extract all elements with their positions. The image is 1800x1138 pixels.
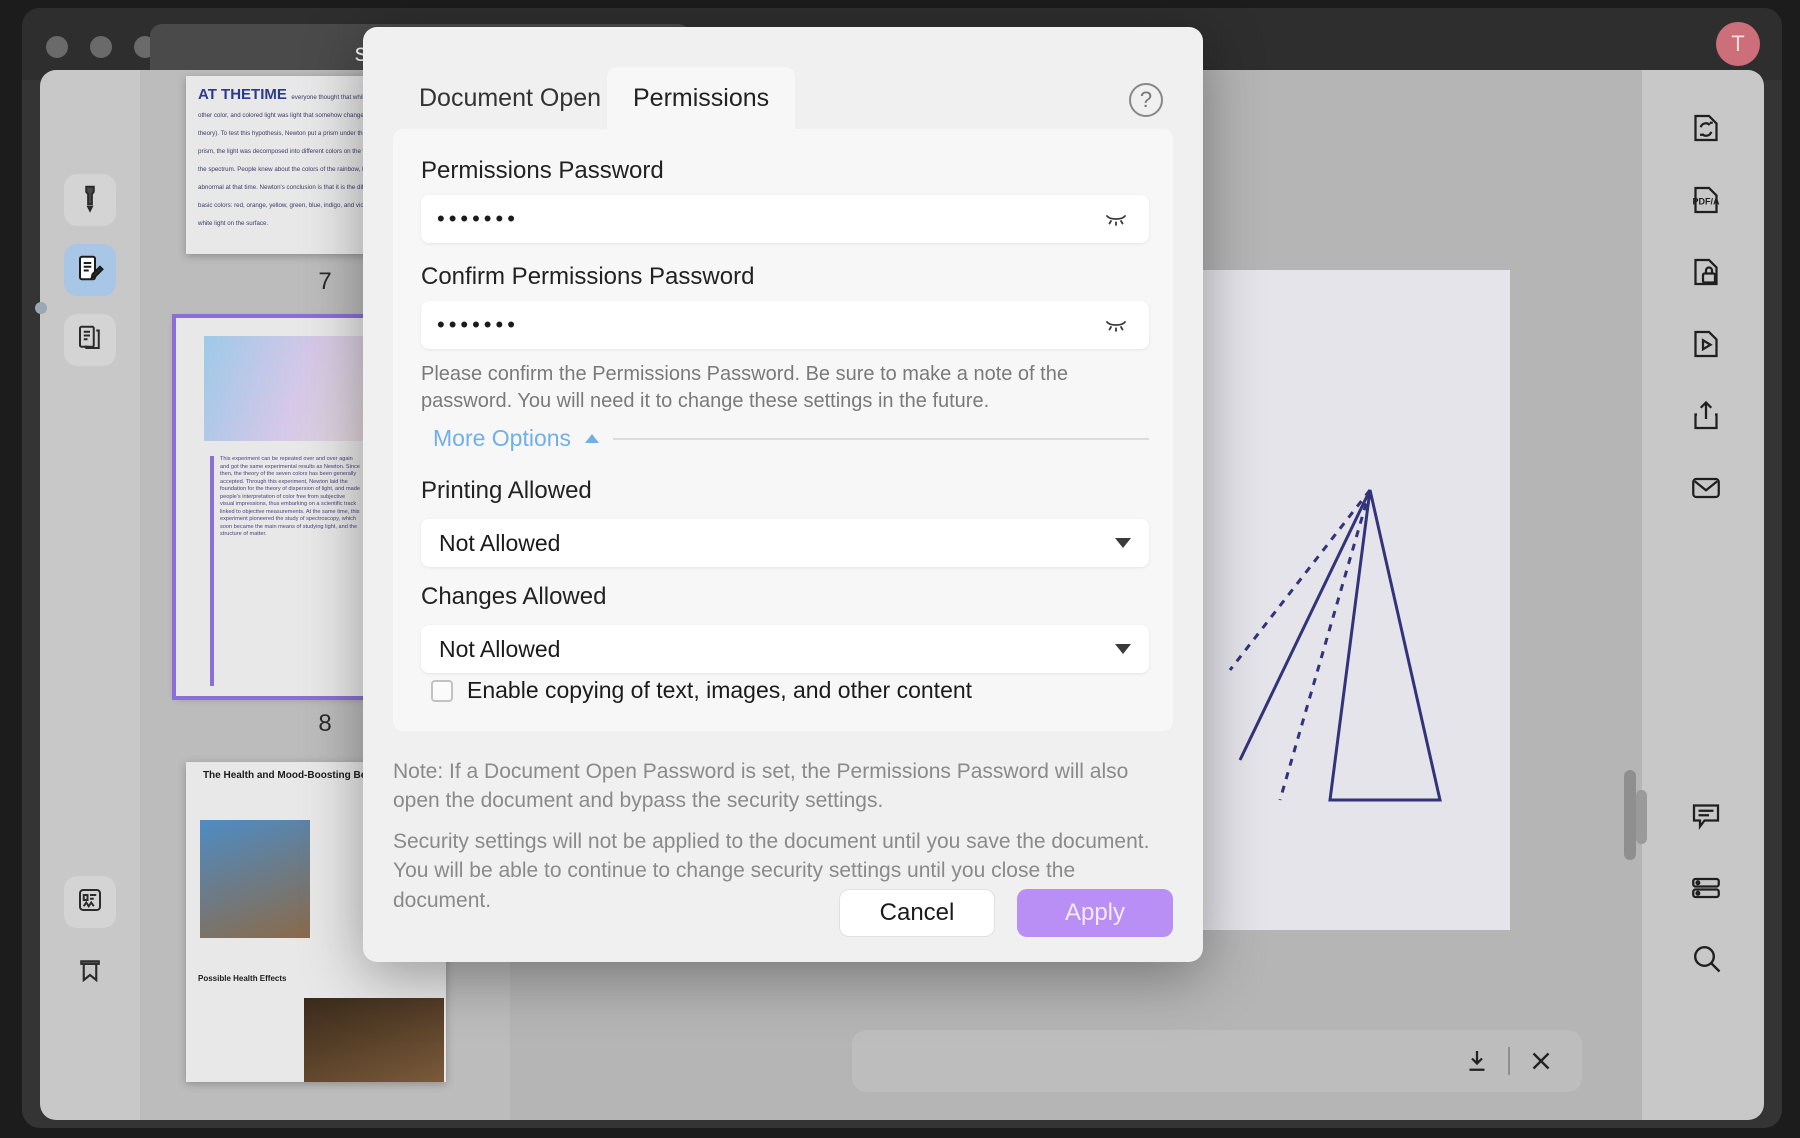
note-open-password: Note: If a Document Open Password is set… bbox=[393, 757, 1173, 816]
apply-button-label: Apply bbox=[1065, 899, 1125, 927]
help-icon[interactable]: ? bbox=[1129, 83, 1163, 117]
toolbar-item-pdfa[interactable]: PDF/A bbox=[1684, 180, 1728, 224]
tab-label: Document Open bbox=[419, 84, 601, 113]
right-rail-handle[interactable] bbox=[1636, 790, 1647, 844]
enable-copying-checkbox-row[interactable]: Enable copying of text, images, and othe… bbox=[431, 677, 972, 704]
toolbar-item-email[interactable] bbox=[1684, 468, 1728, 512]
toolbar-item-share[interactable] bbox=[1684, 396, 1728, 440]
permissions-password-value: ••••••• bbox=[437, 206, 519, 232]
thumbnail-marker bbox=[210, 456, 214, 686]
highlighter-icon bbox=[75, 183, 105, 218]
confirm-password-input[interactable]: ••••••• bbox=[421, 301, 1149, 349]
toolbar-item-forms[interactable] bbox=[1684, 868, 1728, 912]
toolbar-item-protect[interactable] bbox=[1684, 252, 1728, 296]
changes-allowed-select[interactable]: Not Allowed bbox=[421, 625, 1149, 673]
permissions-password-label: Permissions Password bbox=[421, 157, 664, 185]
document-convert-icon bbox=[1688, 110, 1724, 151]
more-options-label: More Options bbox=[433, 425, 571, 452]
permissions-password-input[interactable]: ••••••• bbox=[421, 195, 1149, 243]
thumbnail-heading: AT THETIME bbox=[198, 86, 287, 103]
close-window-button[interactable] bbox=[46, 36, 68, 58]
security-settings-dialog: Document Open Permissions ? Permissions … bbox=[363, 27, 1203, 962]
document-lock-icon bbox=[1688, 254, 1724, 295]
more-options-toggle[interactable]: More Options bbox=[433, 425, 1149, 452]
page-diagram bbox=[1220, 470, 1460, 870]
rail-handle[interactable] bbox=[35, 302, 47, 314]
tab-permissions[interactable]: Permissions bbox=[607, 67, 795, 129]
toolbar-item-presentation[interactable] bbox=[1684, 324, 1728, 368]
chevron-down-icon bbox=[1115, 644, 1131, 654]
enable-copying-checkbox[interactable] bbox=[431, 680, 453, 702]
dialog-tab-bar: Document Open Permissions ? bbox=[363, 27, 1203, 129]
printing-allowed-select[interactable]: Not Allowed bbox=[421, 519, 1149, 567]
sidebar-item-signature[interactable] bbox=[64, 876, 116, 928]
permissions-panel: Permissions Password ••••••• Confirm Per… bbox=[393, 129, 1173, 731]
changes-allowed-label: Changes Allowed bbox=[421, 583, 606, 611]
thumbnail-image bbox=[304, 998, 444, 1082]
traffic-lights bbox=[46, 36, 156, 58]
confirm-password-label: Confirm Permissions Password bbox=[421, 263, 754, 291]
envelope-icon bbox=[1688, 470, 1724, 511]
avatar[interactable]: T bbox=[1716, 22, 1760, 66]
pdf-a-icon: PDF/A bbox=[1688, 182, 1724, 223]
sidebar-item-organize-pages[interactable] bbox=[64, 314, 116, 366]
eye-closed-icon[interactable] bbox=[1103, 313, 1129, 337]
signature-card-icon bbox=[75, 885, 105, 920]
chevron-down-icon bbox=[1115, 538, 1131, 548]
apply-button[interactable]: Apply bbox=[1017, 889, 1173, 937]
thumbnail-subheading: Possible Health Effects bbox=[198, 974, 286, 983]
tab-document-open[interactable]: Document Open bbox=[393, 67, 627, 129]
toolbar-item-convert[interactable] bbox=[1684, 108, 1728, 152]
toolbar-item-search[interactable] bbox=[1684, 938, 1728, 982]
comment-bubble-icon bbox=[1688, 798, 1724, 839]
magnifier-icon bbox=[1688, 940, 1724, 981]
close-x-icon[interactable] bbox=[1526, 1046, 1556, 1076]
toolbar-item-comments[interactable] bbox=[1684, 796, 1728, 840]
caret-up-icon bbox=[585, 434, 599, 443]
enable-copying-label: Enable copying of text, images, and othe… bbox=[467, 677, 972, 704]
changes-allowed-value: Not Allowed bbox=[439, 636, 560, 663]
minimize-window-button[interactable] bbox=[90, 36, 112, 58]
section-divider bbox=[613, 438, 1149, 440]
eye-closed-icon[interactable] bbox=[1103, 207, 1129, 231]
password-hint-text: Please confirm the Permissions Password.… bbox=[421, 361, 1137, 415]
document-play-icon bbox=[1688, 326, 1724, 367]
sidebar-item-bookmark[interactable] bbox=[64, 946, 116, 998]
toolbar-divider bbox=[1508, 1047, 1510, 1075]
svg-text:PDF/A: PDF/A bbox=[1693, 196, 1721, 206]
right-toolbar: PDF/A bbox=[1642, 70, 1764, 1120]
viewer-scrollbar-thumb[interactable] bbox=[1624, 770, 1636, 860]
thumbnail-image bbox=[200, 820, 310, 938]
left-toolbar bbox=[40, 70, 140, 1120]
help-glyph: ? bbox=[1140, 87, 1152, 113]
form-list-icon bbox=[1688, 870, 1724, 911]
tab-label: Permissions bbox=[633, 84, 769, 113]
dialog-action-bar: Cancel Apply bbox=[839, 889, 1173, 937]
avatar-initial: T bbox=[1731, 31, 1744, 57]
cancel-button[interactable]: Cancel bbox=[839, 889, 995, 937]
viewer-bottom-toolbar bbox=[852, 1030, 1582, 1092]
sidebar-item-highlighter[interactable] bbox=[64, 174, 116, 226]
thumbnail-body: This experiment can be repeated over and… bbox=[220, 456, 360, 539]
sidebar-item-edit-document[interactable] bbox=[64, 244, 116, 296]
download-line-icon[interactable] bbox=[1462, 1046, 1492, 1076]
printing-allowed-value: Not Allowed bbox=[439, 530, 560, 557]
copy-pages-icon bbox=[75, 323, 105, 358]
bookmark-icon bbox=[75, 955, 105, 990]
cancel-button-label: Cancel bbox=[880, 899, 955, 927]
screen: samplePDF T bbox=[0, 0, 1800, 1138]
printing-allowed-label: Printing Allowed bbox=[421, 477, 592, 505]
confirm-password-value: ••••••• bbox=[437, 312, 519, 338]
share-upload-icon bbox=[1688, 398, 1724, 439]
edit-document-icon bbox=[75, 253, 105, 288]
